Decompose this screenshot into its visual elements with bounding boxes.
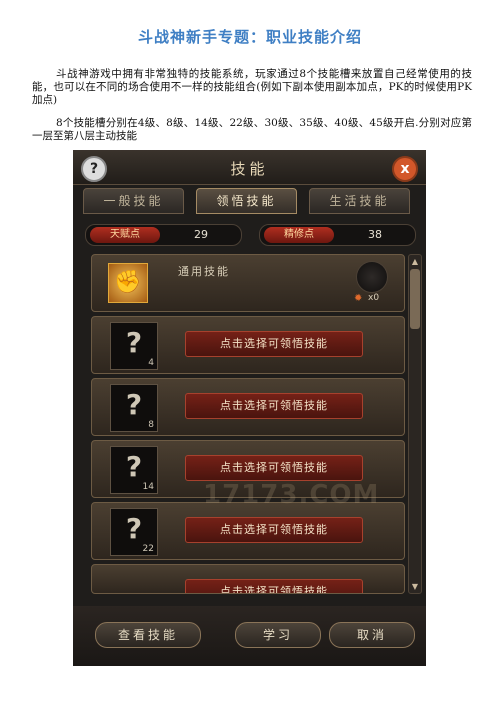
refine-points-value: 38 <box>368 228 382 241</box>
gem-icon: ✹ <box>354 293 363 304</box>
tab-general-skills[interactable]: 一般技能 <box>83 188 184 214</box>
skill-tabs: 一般技能 领悟技能 生活技能 <box>83 188 416 214</box>
question-mark: ? <box>125 512 143 545</box>
refine-points: 精修点 38 <box>259 224 416 246</box>
question-mark: ? <box>125 326 143 359</box>
talent-points: 天赋点 29 <box>85 224 242 246</box>
close-icon[interactable]: x <box>392 156 418 182</box>
slot-level: 22 <box>142 544 154 554</box>
tab-comprehension-skills[interactable]: 领悟技能 <box>196 188 297 214</box>
cancel-button[interactable]: 取消 <box>329 622 415 648</box>
refine-points-label: 精修点 <box>264 227 334 243</box>
slot-level: 4 <box>148 358 154 368</box>
skill-slot-row: ? 22 点击选择可领悟技能 <box>91 502 405 560</box>
question-mark: ? <box>125 450 143 483</box>
general-skill-label: 通用技能 <box>178 265 230 278</box>
slot-level: 8 <box>148 420 154 430</box>
skill-slot-row: ? 4 点击选择可领悟技能 <box>91 316 405 374</box>
empty-slot-icon[interactable]: ? 22 <box>110 508 158 556</box>
scroll-thumb[interactable] <box>410 269 420 329</box>
panel-titlebar: ? 技能 x <box>73 150 426 185</box>
select-skill-button[interactable]: 点击选择可领悟技能 <box>185 455 363 481</box>
document-title: 斗战神新手专题：职业技能介绍 <box>137 28 362 46</box>
empty-slot-icon[interactable]: ? 8 <box>110 384 158 432</box>
select-skill-button[interactable]: 点击选择可领悟技能 <box>185 393 363 419</box>
panel-footer: 查看技能 学习 取消 <box>73 606 426 666</box>
skill-slot-list: ✊ 通用技能 ✹ x0 ? 4 点击选择可领悟技能 ? 8 点击选择可领悟技能 ? 1… <box>91 254 405 594</box>
skill-orb-slot[interactable] <box>356 261 388 293</box>
scroll-up-icon[interactable]: ▲ <box>409 257 421 266</box>
select-skill-button[interactable]: 点击选择可领悟技能 <box>185 517 363 543</box>
skill-slot-row-partial: 点击选择可领悟技能 <box>91 564 405 594</box>
view-skills-button[interactable]: 查看技能 <box>95 622 201 648</box>
select-skill-button[interactable]: 点击选择可领悟技能 <box>185 331 363 357</box>
skill-list-scrollbar[interactable]: ▲ ▼ <box>408 254 422 594</box>
talent-points-label: 天赋点 <box>90 227 160 243</box>
empty-slot-icon[interactable]: ? 14 <box>110 446 158 494</box>
skill-slot-row: ? 8 点击选择可领悟技能 <box>91 378 405 436</box>
fist-icon: ✊ <box>108 263 148 303</box>
select-skill-button[interactable]: 点击选择可领悟技能 <box>185 579 363 593</box>
slot-level: 14 <box>142 482 154 492</box>
general-skill-row[interactable]: ✊ 通用技能 ✹ x0 <box>91 254 405 312</box>
panel-title: 技能 <box>230 160 269 178</box>
learn-button[interactable]: 学习 <box>235 622 321 648</box>
question-mark: ? <box>125 388 143 421</box>
talent-points-value: 29 <box>194 228 208 241</box>
gem-count: x0 <box>368 293 380 303</box>
watermark: 17173.COM <box>203 480 380 510</box>
scroll-down-icon[interactable]: ▼ <box>409 582 421 591</box>
slots-paragraph: 8个技能槽分别在4级、8级、14级、22级、30级、35级、40级、45级开启.… <box>32 117 472 142</box>
intro-paragraph: 斗战神游戏中拥有非常独特的技能系统，玩家通过8个技能槽来放置自己经常使用的技能，… <box>32 68 472 106</box>
tab-life-skills[interactable]: 生活技能 <box>309 188 410 214</box>
empty-slot-icon[interactable]: ? 4 <box>110 322 158 370</box>
skill-panel-screenshot: ? 技能 x 一般技能 领悟技能 生活技能 天赋点 29 精修点 38 ✊ 通用… <box>73 150 426 666</box>
